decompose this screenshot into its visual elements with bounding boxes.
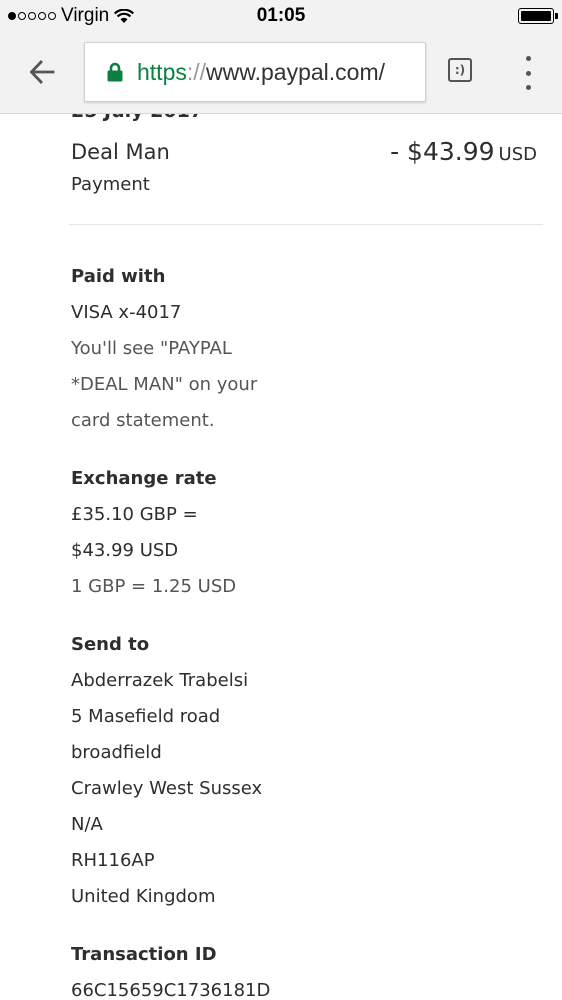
tab-switcher-button[interactable]: :) [448, 58, 476, 86]
statement-note-line: You'll see "PAYPAL [71, 338, 232, 359]
card-info: VISA x-4017 [71, 302, 182, 323]
amount-currency: USD [498, 144, 537, 165]
url-scheme: https [137, 58, 187, 85]
address-line: RH116AP [71, 850, 155, 871]
address-line: Crawley West Sussex [71, 778, 263, 799]
send-to-section: Send to Abderrazek Trabelsi 5 Masefield … [71, 627, 541, 915]
address-line: Abderrazek Trabelsi [71, 670, 249, 691]
menu-dot-icon [525, 85, 531, 90]
transaction-id-section: Transaction ID 66C15659C1736181D [71, 937, 541, 1000]
exchange-rate-line: $43.99 USD [71, 540, 179, 561]
merchant-name: Deal Man [71, 140, 170, 164]
battery-icon [518, 8, 558, 24]
exchange-rate-line: 1 GBP = 1.25 USD [71, 576, 237, 597]
address-line: N/A [71, 814, 103, 835]
transaction-details: 25 July 2017 Deal Man - $43.99USD Paymen… [69, 114, 543, 1000]
transaction-summary: Deal Man - $43.99 USD [71, 137, 541, 167]
statement-note-line: card statement. [71, 410, 215, 431]
address-line: 5 Masefield road [71, 706, 221, 727]
tab-count: :) [448, 58, 472, 82]
url-host: www.paypal.com/ [206, 58, 386, 85]
exchange-rate-label: Exchange rate [71, 468, 217, 489]
transaction-date: 25 July 2017 [71, 114, 541, 124]
back-button[interactable] [24, 54, 60, 90]
overflow-menu-button[interactable] [520, 56, 536, 90]
url-text: https://www.paypal.com/ [137, 59, 385, 86]
transaction-type: Payment [71, 174, 150, 195]
paid-with-section: Paid with VISA x-4017 You'll see "PAYPAL… [71, 259, 541, 439]
amount-value: - $43.99 [390, 137, 495, 166]
clock: 01:05 [256, 5, 306, 26]
lock-icon [107, 62, 123, 82]
paid-with-label: Paid with [71, 266, 166, 287]
menu-dot-icon [525, 70, 531, 76]
page-content: 25 July 2017 Deal Man - $43.99USD Paymen… [0, 114, 562, 1000]
url-separator: :// [186, 58, 207, 85]
send-to-label: Send to [71, 634, 150, 655]
exchange-rate-section: Exchange rate £35.10 GBP = $43.99 USD 1 … [71, 461, 541, 605]
address-line: United Kingdom [71, 886, 216, 907]
address-line: broadfield [71, 742, 162, 763]
exchange-rate-line: £35.10 GBP = [71, 504, 198, 525]
address-bar[interactable]: https://www.paypal.com/ [84, 42, 426, 102]
transaction-id-value: 66C15659C1736181D [71, 980, 271, 1000]
statement-note-line: *DEAL MAN" on your [71, 374, 258, 395]
transaction-id-label: Transaction ID [71, 944, 217, 965]
transaction-amount: - $43.99 USD [390, 137, 537, 170]
menu-dot-icon [525, 56, 531, 61]
divider [69, 224, 543, 225]
browser-toolbar: https://www.paypal.com/ :) [0, 32, 562, 114]
arrow-left-icon [29, 60, 55, 84]
status-bar: Virgin 01:05 [0, 0, 562, 32]
